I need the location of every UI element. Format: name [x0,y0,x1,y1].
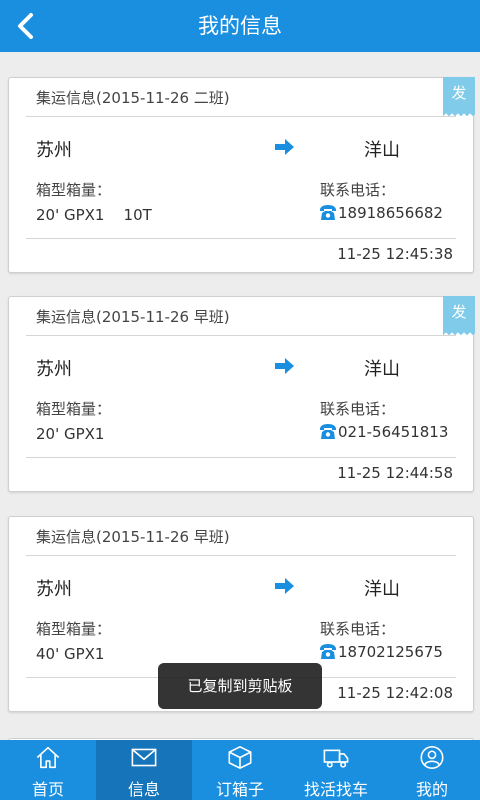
timestamp: 11-25 12:45:38 [337,245,453,263]
divider [26,457,456,458]
card-title: 集运信息(2015-11-26 早班) [36,528,230,546]
card-title: 集运信息(2015-11-26 二班) [36,89,230,107]
tab-order-box[interactable]: 订箱子 [192,740,288,800]
destination-city: 洋山 [364,140,400,161]
message-list[interactable]: 集运信息(2015-11-26 二班) 发 苏州 洋山 箱型箱量： 20' GP… [0,52,480,740]
envelope-icon [131,748,157,767]
origin-city: 苏州 [36,359,72,380]
tab-messages[interactable]: 信息 [96,740,192,800]
box-type-label: 箱型箱量： [36,620,112,638]
phone-link[interactable]: 18702125675 [319,643,443,661]
toast-message: 已复制到剪贴板 [158,663,322,709]
phone-icon [320,205,336,220]
phone-label: 联系电话： [320,400,396,418]
message-card[interactable]: 集运信息(2015-11-26 早班) 发 苏州 洋山 箱型箱量： 20' GP… [8,296,475,492]
box-type-label: 箱型箱量： [36,400,112,418]
divider [26,116,456,117]
bottom-tab-bar: 首页 信息 订箱子 找活找车 我的 [0,740,480,800]
app-header: 我的信息 [0,0,480,52]
box-type-value: 20' GPX1 [36,425,105,443]
arrow-right-icon [275,139,294,155]
user-icon [420,745,444,770]
card-title: 集运信息(2015-11-26 早班) [36,308,230,326]
divider [26,335,456,336]
phone-label: 联系电话： [320,181,396,199]
divider [26,238,456,239]
box-icon [228,745,252,770]
status-badge: 发 [443,296,475,336]
origin-city: 苏州 [36,140,72,161]
arrow-right-icon [275,358,294,374]
timestamp: 11-25 12:44:58 [337,464,453,482]
phone-icon [320,424,336,439]
destination-city: 洋山 [364,579,400,600]
phone-number: 18918656682 [338,204,443,222]
box-type-value: 20' GPX1 10T [36,206,152,224]
tab-profile[interactable]: 我的 [384,740,480,800]
home-icon [36,746,60,769]
tab-find-jobs[interactable]: 找活找车 [288,740,384,800]
phone-label: 联系电话： [320,620,396,638]
tab-label: 信息 [127,780,160,799]
tab-label: 我的 [415,780,448,799]
message-card[interactable]: 集运信息(2015-11-26 二班) 发 苏州 洋山 箱型箱量： 20' GP… [8,77,475,273]
destination-city: 洋山 [364,359,400,380]
box-type-label: 箱型箱量： [36,181,112,199]
phone-number: 021-56451813 [338,423,449,441]
phone-link[interactable]: 18918656682 [319,204,443,222]
arrow-right-icon [275,578,294,594]
box-type-value: 40' GPX1 [36,645,105,663]
tab-label: 订箱子 [215,780,264,799]
tab-home[interactable]: 首页 [0,740,96,800]
tab-label: 首页 [31,780,64,799]
origin-city: 苏州 [36,579,72,600]
phone-link[interactable]: 021-56451813 [319,423,448,441]
status-badge: 发 [443,77,475,117]
page-title: 我的信息 [198,14,282,38]
phone-icon [320,644,336,659]
timestamp: 11-25 12:42:08 [337,684,453,702]
tab-label: 找活找车 [303,780,368,799]
phone-number: 18702125675 [338,643,443,661]
divider [26,555,456,556]
truck-icon [323,749,349,768]
